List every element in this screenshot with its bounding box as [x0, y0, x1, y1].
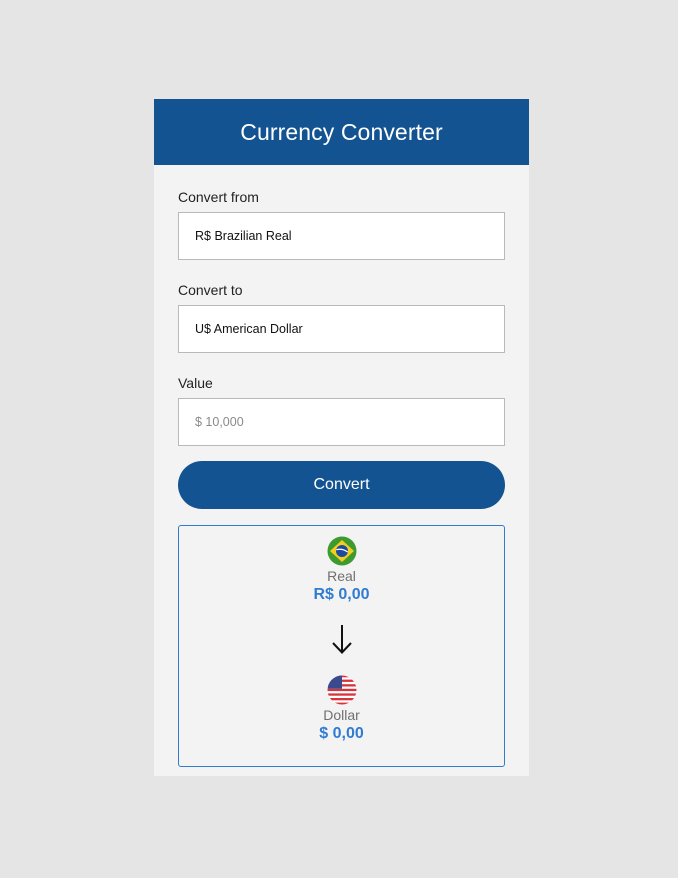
target-currency-name: Dollar	[323, 707, 360, 723]
convert-to-label: Convert to	[178, 282, 243, 298]
value-field-wrapper	[178, 398, 505, 446]
converter-card: Currency Converter Convert from R$ Brazi…	[154, 99, 529, 776]
convert-to-value: U$ American Dollar	[195, 322, 303, 336]
source-currency-amount: R$ 0,00	[313, 586, 370, 603]
convert-from-value: R$ Brazilian Real	[195, 229, 292, 243]
page-title: Currency Converter	[240, 118, 443, 145]
converter-form: Convert from R$ Brazilian Real Convert t…	[154, 189, 529, 767]
arrow-down-icon	[331, 625, 352, 654]
convert-button[interactable]: Convert	[178, 461, 505, 509]
convert-from-select[interactable]: R$ Brazilian Real	[178, 212, 505, 260]
target-currency-amount: $ 0,00	[319, 725, 364, 742]
convert-to-select[interactable]: U$ American Dollar	[178, 305, 505, 353]
source-currency-name: Real	[327, 568, 356, 584]
brazil-flag-icon	[327, 536, 356, 566]
convert-from-label: Convert from	[178, 189, 259, 205]
usa-flag-icon	[327, 675, 356, 705]
value-input[interactable]	[195, 415, 504, 429]
result-panel: Real R$ 0,00 Dollar $ 0,00	[178, 525, 505, 767]
value-label: Value	[178, 375, 213, 391]
app-header: Currency Converter	[154, 99, 529, 165]
